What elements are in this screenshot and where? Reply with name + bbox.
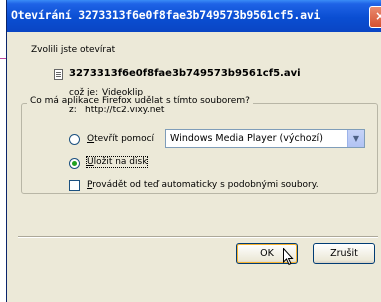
application-select[interactable]: Windows Media Player (výchozí) ▼: [165, 129, 365, 148]
close-button[interactable]: ×: [369, 6, 381, 28]
file-name: 3273313f6e0f8fae3b749573b9561cf5.avi: [69, 68, 301, 79]
save-to-disk-label[interactable]: Uložit na disk: [85, 156, 149, 168]
save-to-disk-radio[interactable]: [69, 158, 80, 169]
action-group-title: Co má aplikace Firefox udělat s tímto so…: [27, 96, 253, 106]
video-file-icon: [54, 69, 63, 80]
open-with-label[interactable]: Otevřít pomocí: [87, 134, 154, 144]
auto-action-label[interactable]: Provádět od teď automaticky s podobnými …: [87, 180, 319, 190]
mouse-pointer-icon: [283, 248, 294, 266]
title-bar[interactable]: Otevírání 3273313f6e0f8fae3b749573b9561c…: [7, 0, 381, 32]
cancel-button[interactable]: Zrušit: [313, 243, 375, 264]
open-with-radio[interactable]: [69, 134, 80, 145]
chevron-down-icon[interactable]: ▼: [347, 130, 364, 147]
window-title: Otevírání 3273313f6e0f8fae3b749573b9561c…: [11, 8, 321, 22]
auto-action-checkbox[interactable]: [69, 180, 80, 191]
button-divider: [18, 236, 378, 238]
intro-text: Zvolili jste otevírat: [31, 45, 116, 55]
download-dialog: Otevírání 3273313f6e0f8fae3b749573b9561c…: [6, 0, 381, 302]
close-icon: ×: [374, 9, 381, 23]
application-select-value: Windows Media Player (výchozí): [170, 133, 323, 144]
